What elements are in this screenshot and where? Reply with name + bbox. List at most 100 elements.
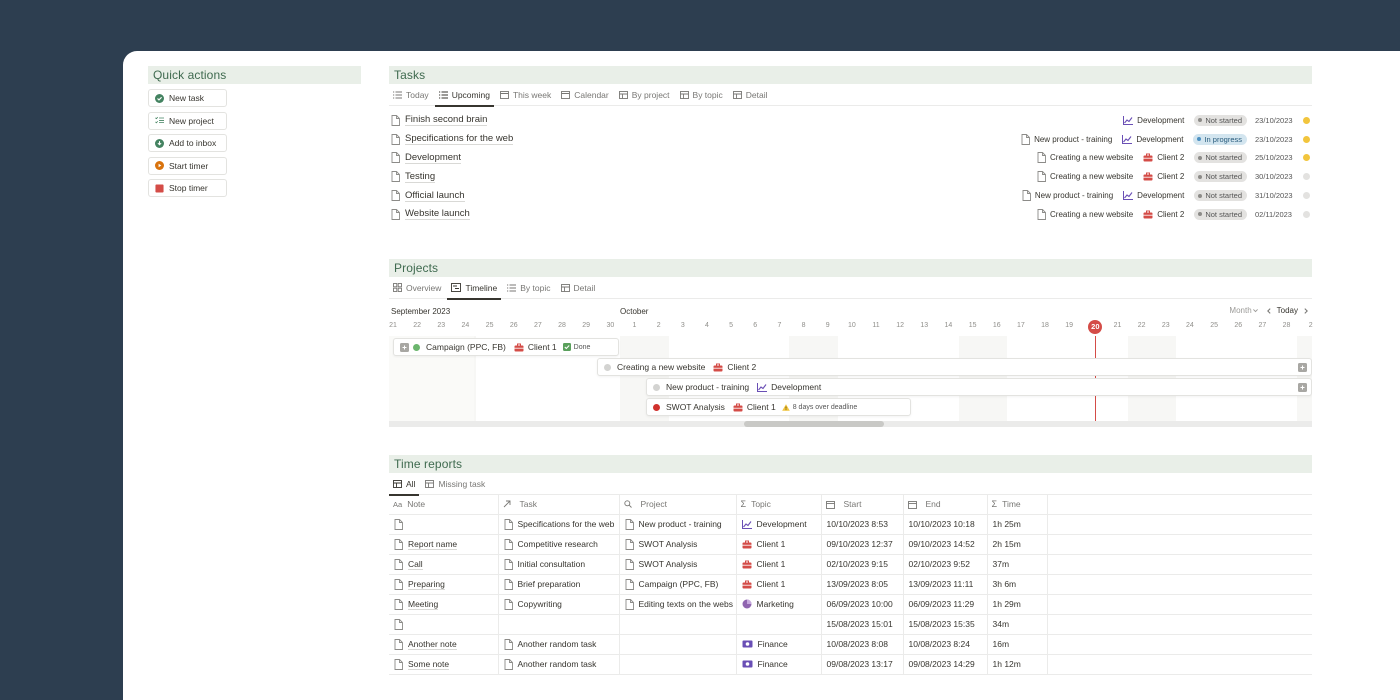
time-cell[interactable]: 1h 25m <box>987 514 1048 535</box>
task-row[interactable]: Testing Creating a new website Client 2 Not… <box>389 167 1312 186</box>
table-row[interactable]: Some note Another random task Finance 09/08… <box>389 654 1312 675</box>
start-cell[interactable]: 10/10/2023 8:53 <box>821 514 904 535</box>
tab-detail[interactable]: Detail <box>560 277 595 299</box>
end-cell[interactable]: 02/10/2023 9:52 <box>903 554 988 575</box>
task-topic[interactable]: Client 2 <box>1143 172 1184 181</box>
task-name[interactable]: Official launch <box>405 190 465 202</box>
tab-overview[interactable]: Overview <box>393 277 441 299</box>
column-start[interactable]: Start <box>821 495 904 515</box>
task-project[interactable]: Creating a new website <box>1037 208 1133 220</box>
add-to-inbox-button[interactable]: Add to inbox <box>148 134 227 152</box>
task-cell[interactable]: Copywriting <box>498 594 620 615</box>
task-project[interactable]: Creating a new website <box>1037 152 1133 164</box>
note-cell[interactable]: Report name <box>389 534 499 555</box>
new-project-button[interactable]: New project <box>148 111 227 130</box>
tab-by-topic[interactable]: By topic <box>507 277 551 299</box>
column-end[interactable]: End <box>903 495 988 515</box>
end-cell[interactable]: 09/10/2023 14:52 <box>903 534 988 555</box>
task-cell[interactable]: Competitive research <box>498 534 620 555</box>
open-icon[interactable] <box>1298 383 1307 392</box>
task-row[interactable]: Finish second brain Development Not starte… <box>389 111 1312 130</box>
topic-cell[interactable]: Marketing <box>736 594 822 615</box>
task-topic[interactable]: Client 2 <box>1143 210 1184 219</box>
task-project[interactable]: New product - training <box>1021 133 1112 145</box>
stop-timer-button[interactable]: Stop timer <box>148 179 227 197</box>
task-project[interactable]: Creating a new website <box>1037 171 1133 183</box>
task-cell[interactable]: Specifications for the web <box>498 514 620 535</box>
start-cell[interactable]: 13/09/2023 8:05 <box>821 574 904 595</box>
table-row[interactable]: Specifications for the web New product - … <box>389 514 1312 535</box>
scrollbar-thumb[interactable] <box>744 421 884 427</box>
end-cell[interactable]: 10/08/2023 8:24 <box>903 634 988 655</box>
column-project[interactable]: Project <box>619 495 737 515</box>
project-cell[interactable]: SWOT Analysis <box>619 534 737 555</box>
task-cell[interactable]: Another random task <box>498 634 620 655</box>
table-row[interactable]: Meeting Copywriting Editing texts on the w… <box>389 594 1312 615</box>
column-task[interactable]: Task <box>498 495 620 515</box>
project-cell[interactable] <box>619 614 737 635</box>
task-topic[interactable]: Development <box>1123 115 1184 125</box>
open-icon[interactable] <box>400 342 409 352</box>
note-cell[interactable]: Meeting <box>389 594 499 615</box>
project-cell[interactable]: Editing texts on the webs <box>619 594 737 615</box>
task-topic[interactable]: Client 2 <box>1143 153 1184 162</box>
start-cell[interactable]: 09/10/2023 12:37 <box>821 534 904 555</box>
task-row[interactable]: Specifications for the web New product - … <box>389 130 1312 149</box>
task-cell[interactable]: Brief preparation <box>498 574 620 595</box>
task-cell[interactable]: Another random task <box>498 654 620 675</box>
column-time[interactable]: Σ Time <box>987 495 1048 515</box>
start-cell[interactable]: 15/08/2023 15:01 <box>821 614 904 635</box>
task-topic[interactable]: Development <box>1122 134 1183 144</box>
table-row[interactable]: 15/08/2023 15:01 15/08/2023 15:35 34m <box>389 614 1312 635</box>
topic-cell[interactable]: Development <box>736 514 822 535</box>
task-topic[interactable]: Development <box>1123 191 1184 201</box>
task-row[interactable]: Development Creating a new website Client … <box>389 149 1312 168</box>
time-cell[interactable]: 1h 12m <box>987 654 1048 675</box>
task-project[interactable]: New product - training <box>1022 190 1113 202</box>
tab-timeline[interactable]: Timeline <box>447 277 502 300</box>
topic-cell[interactable]: Client 1 <box>736 574 822 595</box>
timeline-bar-new-product-training[interactable]: New product - training Development <box>646 378 1312 396</box>
tab-all[interactable]: All <box>388 473 420 496</box>
time-cell[interactable]: 1h 29m <box>987 594 1048 615</box>
topic-cell[interactable]: Finance <box>736 654 822 675</box>
table-row[interactable]: Another note Another random task Finance 10… <box>389 634 1312 655</box>
note-cell[interactable]: Another note <box>389 634 499 655</box>
task-name[interactable]: Website launch <box>405 208 470 221</box>
end-cell[interactable]: 13/09/2023 11:11 <box>903 574 988 595</box>
time-cell[interactable]: 37m <box>987 554 1048 575</box>
project-cell[interactable] <box>619 654 737 675</box>
project-cell[interactable]: SWOT Analysis <box>619 554 737 575</box>
task-row[interactable]: Website launch Creating a new website Clie… <box>389 205 1312 224</box>
chevron-left-icon[interactable] <box>1265 307 1273 315</box>
tab-missing-task[interactable]: Missing task <box>425 473 485 495</box>
project-cell[interactable]: New product - training <box>619 514 737 535</box>
timeline-bar-swot-analysis[interactable]: SWOT Analysis Client 1 8 days over deadlin… <box>646 398 911 416</box>
note-cell[interactable] <box>389 514 499 535</box>
topic-cell[interactable] <box>736 614 822 635</box>
start-cell[interactable]: 10/08/2023 8:08 <box>821 634 904 655</box>
timeline-bar-creating-a-new-website[interactable]: Creating a new website Client 2 <box>597 358 1312 376</box>
task-cell[interactable] <box>498 614 620 635</box>
table-row[interactable]: Report name Competitive research SWOT Anal… <box>389 534 1312 555</box>
chevron-right-icon[interactable] <box>1302 307 1310 315</box>
time-cell[interactable]: 34m <box>987 614 1048 635</box>
timeline-scrollbar[interactable] <box>389 421 1312 427</box>
end-cell[interactable]: 09/08/2023 14:29 <box>903 654 988 675</box>
task-name[interactable]: Specifications for the web <box>405 133 514 146</box>
time-cell[interactable]: 2h 15m <box>987 534 1048 555</box>
start-cell[interactable]: 09/08/2023 13:17 <box>821 654 904 675</box>
open-icon[interactable] <box>1298 363 1307 372</box>
tab-calendar[interactable]: Calendar <box>561 84 609 106</box>
start-timer-button[interactable]: Start timer <box>148 156 227 175</box>
task-name[interactable]: Development <box>405 152 461 164</box>
project-cell[interactable] <box>619 634 737 655</box>
note-cell[interactable] <box>389 614 499 635</box>
tab-today[interactable]: Today <box>393 84 429 106</box>
tab-this-week[interactable]: This week <box>500 84 551 106</box>
note-cell[interactable]: Call <box>389 554 499 575</box>
table-row[interactable]: Call Initial consultation SWOT Analysis Cli… <box>389 554 1312 575</box>
tab-by-project[interactable]: By project <box>618 84 670 106</box>
start-cell[interactable]: 06/09/2023 10:00 <box>821 594 904 615</box>
tab-upcoming[interactable]: Upcoming <box>434 84 495 107</box>
